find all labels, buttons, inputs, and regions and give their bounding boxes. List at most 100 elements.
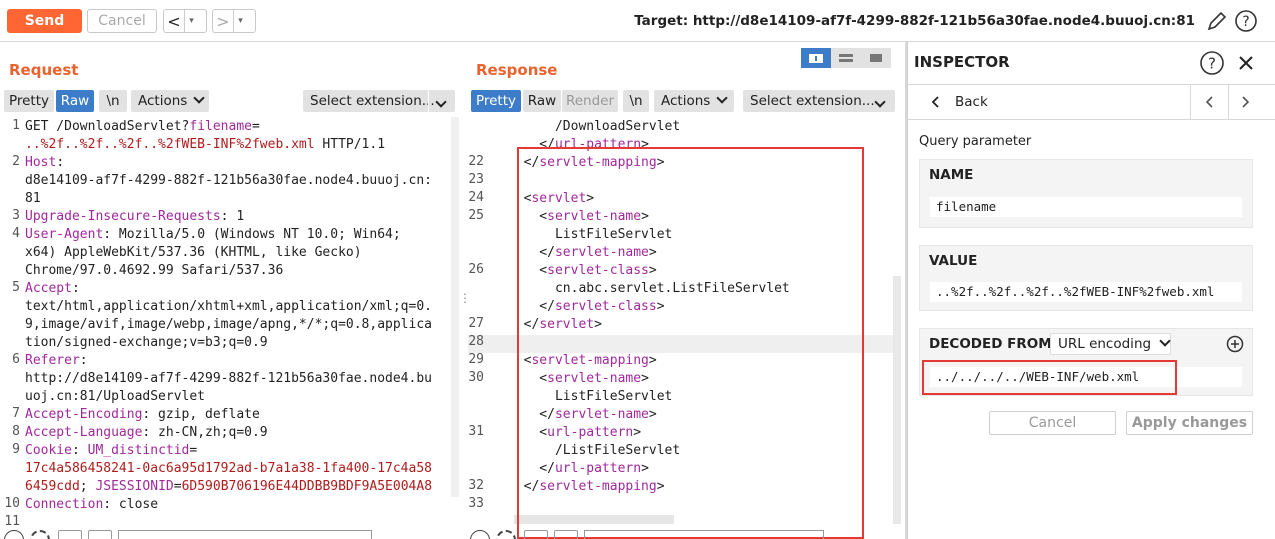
line-number: 32: [468, 478, 484, 493]
svg-text:?: ?: [1208, 55, 1216, 73]
settings-gear-icon[interactable]: [496, 530, 516, 539]
name-header: NAME: [929, 167, 974, 183]
cancel-button[interactable]: Cancel: [989, 411, 1116, 435]
code-line: uoj.cn:81/UploadServlet: [25, 389, 206, 404]
line-number: 31: [468, 424, 484, 439]
value-header: VALUE: [929, 253, 978, 269]
search-input[interactable]: [118, 530, 372, 539]
tab-pretty[interactable]: Pretty: [471, 90, 521, 112]
actions-label: Actions: [138, 93, 188, 109]
inspector-title: INSPECTOR: [914, 53, 1010, 71]
line-number: 6: [12, 352, 20, 367]
chevron-down-icon[interactable]: ▾: [184, 10, 198, 32]
close-icon[interactable]: [1236, 53, 1256, 73]
chevron-down-icon[interactable]: [868, 90, 895, 112]
line-number: 2: [12, 154, 20, 169]
top-toolbar: Send Cancel < ▾ > ▾ Target: http://d8e14…: [0, 0, 1275, 42]
stacked-view-icon[interactable]: [831, 48, 861, 68]
code-line: Upgrade-Insecure-Requests: 1: [25, 209, 245, 224]
request-editor[interactable]: 1 GET /DownloadServlet?filename= ..%2f..%2…: [0, 117, 450, 531]
line-number: 23: [468, 172, 484, 187]
code-line: GET /DownloadServlet?filename=: [25, 119, 260, 134]
actions-menu[interactable]: Actions: [131, 90, 209, 112]
select-extension-label: Select extension...: [750, 93, 875, 109]
send-button[interactable]: Send: [7, 9, 82, 33]
single-view-icon[interactable]: [861, 48, 891, 68]
help-icon[interactable]: [4, 530, 24, 539]
code-line: 81: [25, 191, 41, 206]
line-number: 33: [468, 496, 484, 511]
line-number: 24: [468, 190, 484, 205]
history-back-button[interactable]: < ▾: [163, 9, 207, 33]
request-search-bar[interactable]: [0, 528, 460, 539]
search-input[interactable]: [584, 530, 824, 539]
line-number: 3: [12, 208, 20, 223]
cancel-button[interactable]: Cancel: [87, 9, 157, 33]
edit-pencil-icon[interactable]: [1205, 9, 1229, 33]
code-line: Cookie: UM_distinctid=: [25, 443, 198, 458]
response-scrollbar[interactable]: [893, 276, 901, 524]
search-next-button[interactable]: [88, 530, 112, 539]
back-button[interactable]: Back: [908, 85, 1190, 119]
line-number: 29: [468, 352, 484, 367]
section-label: Query parameter: [919, 134, 1032, 149]
highlight-box: [517, 147, 864, 539]
name-section: NAME filename: [919, 159, 1253, 228]
encoding-label: URL encoding: [1058, 336, 1152, 352]
layout-switcher[interactable]: [801, 48, 891, 68]
value-field[interactable]: ..%2f..%2f..%2f..%2fWEB-INF%2fweb.xml: [930, 282, 1242, 302]
help-icon[interactable]: [470, 530, 490, 539]
chevron-right-icon[interactable]: [1239, 96, 1251, 108]
request-scrollbar[interactable]: [451, 117, 459, 497]
code-line: d8e14109-af7f-4299-882f-121b56a30fae.nod…: [25, 173, 432, 188]
settings-gear-icon[interactable]: [30, 530, 50, 539]
tab-raw[interactable]: Raw: [523, 90, 561, 112]
response-search-bar[interactable]: [468, 528, 893, 539]
name-value-field[interactable]: filename: [930, 197, 1242, 217]
line-number: 27: [468, 316, 484, 331]
encoding-dropdown[interactable]: URL encoding: [1050, 333, 1171, 355]
line-number: 1: [12, 118, 20, 133]
code-line: Connection: close: [25, 497, 159, 512]
code-line: 6459cdd; JSESSIONID=6D590B706196E44DDBB9…: [25, 479, 433, 494]
tab-pretty[interactable]: Pretty: [4, 90, 54, 112]
code-line: /DownloadServlet: [508, 119, 681, 134]
add-circle-icon[interactable]: [1226, 335, 1244, 353]
chevron-down-icon: [716, 92, 728, 104]
chevron-down-icon: [1159, 335, 1171, 347]
apply-changes-button[interactable]: Apply changes: [1126, 411, 1253, 435]
tab-newline[interactable]: \n: [623, 90, 649, 112]
search-prev-button[interactable]: [58, 530, 82, 539]
back-label: Back: [955, 94, 988, 110]
tab-raw[interactable]: Raw: [56, 90, 94, 112]
line-number: 22: [468, 154, 484, 169]
request-title: Request: [9, 61, 79, 79]
tab-newline[interactable]: \n: [99, 90, 127, 112]
tab-render[interactable]: Render: [562, 90, 618, 112]
help-icon[interactable]: ?: [1199, 50, 1225, 76]
actions-menu[interactable]: Actions: [654, 90, 734, 112]
search-next-button[interactable]: [554, 530, 578, 539]
line-number: 11: [4, 514, 20, 529]
svg-text:?: ?: [1242, 14, 1249, 30]
code-line: 17c4a586458241-0ac6a95d1792ad-b7a1a38-1f…: [25, 461, 432, 476]
chevron-left-icon[interactable]: [1204, 96, 1216, 108]
chevron-left-icon: [931, 96, 939, 108]
line-number: 26: [468, 262, 484, 277]
chevron-down-icon: [193, 92, 205, 104]
actions-label: Actions: [661, 93, 711, 109]
back-arrow-icon: <: [167, 11, 181, 31]
help-icon[interactable]: ?: [1234, 9, 1258, 33]
highlight-box: [922, 360, 1177, 395]
chevron-down-icon[interactable]: [428, 90, 455, 112]
forward-arrow-icon: >: [216, 11, 230, 31]
history-forward-button[interactable]: > ▾: [212, 9, 256, 33]
code-line: http://d8e14109-af7f-4299-882f-121b56a30…: [25, 371, 432, 386]
inspector-panel: INSPECTOR ? Back Query parameter NAME fi…: [907, 42, 1275, 539]
split-view-icon[interactable]: [801, 48, 831, 68]
chevron-down-icon[interactable]: ▾: [233, 10, 247, 32]
response-title: Response: [476, 61, 558, 79]
code-line: Accept-Encoding: gzip, deflate: [25, 407, 260, 422]
search-prev-button[interactable]: [524, 530, 548, 539]
line-number: 8: [12, 424, 20, 439]
